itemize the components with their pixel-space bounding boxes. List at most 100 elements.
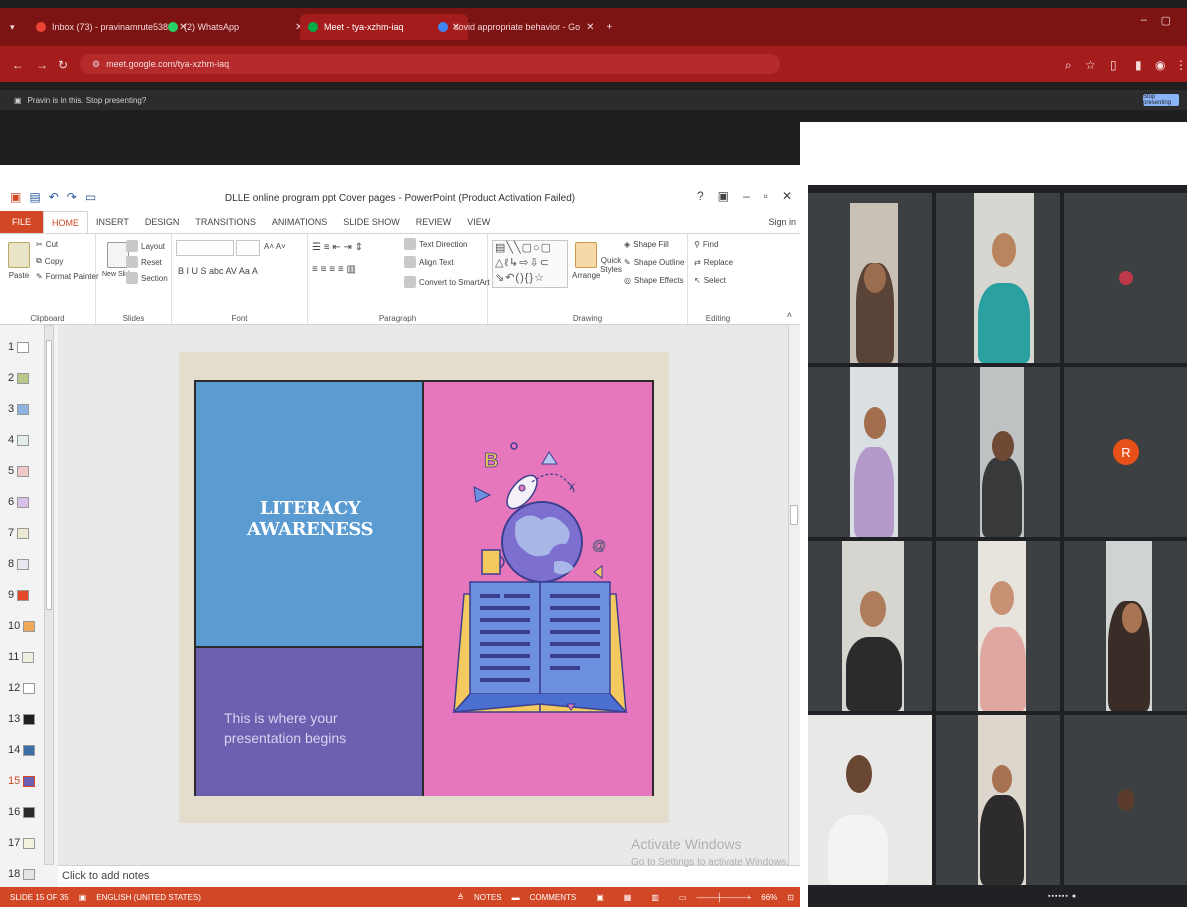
- font-family-select[interactable]: [176, 240, 234, 256]
- normal-view-icon[interactable]: ▣: [586, 893, 614, 902]
- meet-controls-bar[interactable]: ▪▪▪▪▪▪ ●: [1048, 893, 1077, 900]
- notes-toggle[interactable]: NOTES: [464, 893, 512, 902]
- tab-slide-show[interactable]: SLIDE SHOW: [335, 211, 408, 233]
- restore-icon[interactable]: ▢: [1161, 14, 1171, 27]
- slide-thumb[interactable]: 16: [8, 806, 36, 818]
- tab-search-icon[interactable]: ▾: [10, 22, 15, 33]
- slide-thumb[interactable]: 8: [8, 558, 30, 570]
- slide-thumb[interactable]: 7: [8, 527, 30, 539]
- sign-in-link[interactable]: Sign in: [768, 217, 796, 227]
- participant-tile[interactable]: [1064, 193, 1187, 363]
- font-size-grow-shrink[interactable]: A˄ A˅: [264, 242, 286, 251]
- collapse-ribbon-icon[interactable]: ˄: [787, 310, 792, 320]
- slide-subtitle[interactable]: This is where your presentation begins: [224, 708, 404, 748]
- find-button[interactable]: ⚲ Find: [694, 240, 718, 249]
- slide-thumb[interactable]: 14: [8, 744, 36, 756]
- restore-icon[interactable]: ▫: [764, 189, 768, 203]
- zoom-slider[interactable]: –——┼———+: [696, 893, 751, 902]
- notes-pane[interactable]: Click to add notes: [58, 865, 800, 887]
- slide-thumb[interactable]: 12: [8, 682, 36, 694]
- notes-toggle-icon[interactable]: ≜: [457, 893, 464, 902]
- slide-thumb[interactable]: 10: [8, 620, 36, 632]
- comments-toggle[interactable]: COMMENTS: [520, 893, 587, 902]
- sidebar-icon[interactable]: ▮: [1135, 58, 1142, 72]
- participant-tile[interactable]: [808, 715, 932, 885]
- profile-icon[interactable]: ◉: [1155, 58, 1165, 72]
- participant-tile[interactable]: [808, 367, 932, 537]
- font-size-select[interactable]: [236, 240, 260, 256]
- participant-tile[interactable]: [1064, 715, 1187, 885]
- close-icon[interactable]: ✕: [586, 22, 594, 33]
- participant-tile[interactable]: [808, 193, 932, 363]
- menu-icon[interactable]: ⋮: [1175, 58, 1187, 72]
- minimize-icon[interactable]: –: [1141, 14, 1147, 26]
- shapes-gallery[interactable]: ▤╲╲▢○▢ △ℓ↳⇨⇩⊂ ⇘↶(){}☆: [492, 240, 568, 288]
- slide-thumb[interactable]: 1: [8, 341, 30, 353]
- language-status[interactable]: ENGLISH (UNITED STATES): [86, 893, 211, 902]
- cut-button[interactable]: ✂ Cut: [36, 240, 58, 249]
- text-direction-button[interactable]: Text Direction: [404, 238, 467, 250]
- help-icon[interactable]: ?: [697, 189, 704, 203]
- tab-file[interactable]: FILE: [0, 211, 44, 233]
- reload-icon[interactable]: ↻: [58, 58, 68, 72]
- current-slide[interactable]: LITERACY AWARENESS This is where your pr…: [194, 380, 654, 796]
- close-icon[interactable]: ✕: [782, 189, 792, 203]
- stop-presenting-button[interactable]: Stop presenting: [1143, 94, 1179, 106]
- slide-thumb[interactable]: 2: [8, 372, 30, 384]
- zoom-icon[interactable]: ⌕: [1065, 58, 1072, 73]
- comments-icon[interactable]: ▬: [512, 893, 520, 902]
- tab-review[interactable]: REVIEW: [408, 211, 460, 233]
- thumbnails-scrollbar[interactable]: [44, 325, 54, 865]
- tab-home[interactable]: HOME: [43, 211, 89, 233]
- replace-button[interactable]: ⇄ Replace: [694, 258, 733, 267]
- participant-tile[interactable]: [1064, 541, 1187, 711]
- tab-view[interactable]: VIEW: [459, 211, 498, 233]
- participant-tile[interactable]: [936, 193, 1060, 363]
- zoom-level[interactable]: 66%: [751, 893, 787, 902]
- tab-whatsapp[interactable]: (2) WhatsApp ✕: [160, 14, 311, 40]
- slide-thumb[interactable]: 9: [8, 589, 30, 601]
- new-tab-icon[interactable]: +: [606, 22, 612, 33]
- shape-fill-button[interactable]: ◈ Shape Fill: [624, 240, 669, 249]
- scroll-thumb[interactable]: [46, 340, 52, 610]
- shape-outline-button[interactable]: ✎ Shape Outline: [624, 258, 684, 267]
- slide-thumb[interactable]: 3: [8, 403, 30, 415]
- align-text-button[interactable]: Align Text: [404, 256, 454, 268]
- forward-icon[interactable]: →: [36, 58, 48, 72]
- ribbon-display-icon[interactable]: ▣: [718, 189, 729, 203]
- url-field[interactable]: ⚙ meet.google.com/tya-xzhm-iaq: [80, 54, 780, 74]
- extension-icon[interactable]: ▯: [1110, 58, 1117, 72]
- slide-thumb-selected[interactable]: 15: [8, 775, 36, 787]
- participant-tile[interactable]: [936, 715, 1060, 885]
- bookmark-icon[interactable]: ☆: [1085, 58, 1096, 72]
- editor-scrollbar[interactable]: [788, 325, 800, 865]
- site-info-icon[interactable]: ⚙: [92, 59, 100, 70]
- slide-thumb[interactable]: 5: [8, 465, 30, 477]
- paste-button[interactable]: Paste: [8, 242, 30, 280]
- slide-thumb[interactable]: 13: [8, 713, 36, 725]
- align-buttons[interactable]: ≡ ≡ ≡ ≡ ▥: [312, 264, 356, 275]
- copy-button[interactable]: ⧉ Copy: [36, 256, 63, 266]
- tab-insert[interactable]: INSERT: [88, 211, 137, 233]
- section-button[interactable]: Section: [126, 272, 168, 284]
- back-icon[interactable]: ←: [12, 58, 24, 72]
- slide-thumb[interactable]: 6: [8, 496, 30, 508]
- spellcheck-icon[interactable]: ▣: [79, 893, 87, 902]
- participant-tile[interactable]: [936, 541, 1060, 711]
- slide-thumb[interactable]: 18: [8, 868, 36, 880]
- participant-tile[interactable]: [936, 367, 1060, 537]
- minimize-icon[interactable]: –: [743, 189, 750, 203]
- select-button[interactable]: ↖ Select: [694, 276, 726, 285]
- scroll-thumb[interactable]: [790, 505, 798, 525]
- slide-thumb[interactable]: 11: [8, 651, 35, 663]
- slide-thumb[interactable]: 4: [8, 434, 30, 446]
- list-buttons[interactable]: ☰ ≡ ⇤ ⇥ ⇕: [312, 242, 363, 253]
- tab-transitions[interactable]: TRANSITIONS: [187, 211, 264, 233]
- arrange-button[interactable]: Arrange: [572, 242, 600, 280]
- layout-button[interactable]: Layout: [126, 240, 165, 252]
- tab-google-search[interactable]: covid appropriate behavior - Go ✕ +: [430, 14, 620, 40]
- tab-animations[interactable]: ANIMATIONS: [264, 211, 335, 233]
- slide-thumb[interactable]: 17: [8, 837, 36, 849]
- reset-button[interactable]: Reset: [126, 256, 162, 268]
- shape-effects-button[interactable]: ◎ Shape Effects: [624, 276, 684, 285]
